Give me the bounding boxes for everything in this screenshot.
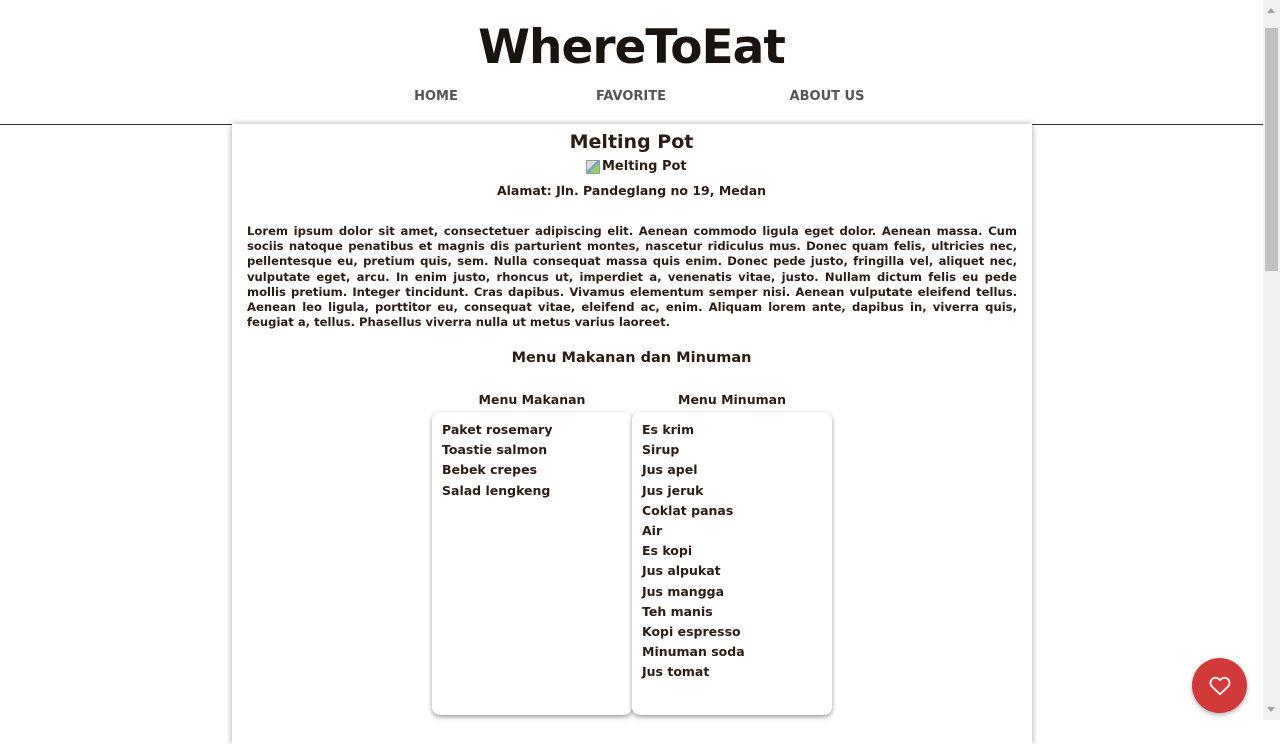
nav-about-us-link[interactable]: ABOUT US <box>757 89 897 104</box>
food-item: Toastie salmon <box>442 442 548 458</box>
heart-icon <box>1209 676 1230 695</box>
restaurant-name: Melting Pot <box>569 131 694 153</box>
nav-favorite-link[interactable]: FAVORITE <box>561 89 701 104</box>
drink-item: Jus jeruk <box>642 482 704 498</box>
restaurant-image: Melting Pot <box>586 158 687 175</box>
drink-item: Minuman soda <box>642 644 745 660</box>
restaurant-image-alt: Melting Pot <box>602 159 687 174</box>
scroll-up-icon[interactable] <box>1267 8 1275 13</box>
site-header: WhereToEat HOME FAVORITE ABOUT US <box>0 0 1263 125</box>
drink-item: Jus apel <box>642 462 698 478</box>
drink-item: Kopi espresso <box>642 623 741 639</box>
drink-item: Jus alpukat <box>642 563 721 579</box>
drink-item: Air <box>642 522 663 538</box>
drink-item: Es krim <box>642 422 695 437</box>
drink-item: Jus tomat <box>642 664 710 680</box>
menu-heading: Menu Makanan dan Minuman <box>511 350 752 366</box>
page-scrollbar[interactable] <box>1263 0 1280 720</box>
nav-home-link[interactable]: HOME <box>366 89 506 104</box>
restaurant-description: Lorem ipsum dolor sit amet, consectetuer… <box>247 224 1017 330</box>
drink-menu-list: Es krim Sirup Jus apel Jus jeruk Coklat … <box>632 412 832 715</box>
food-item: Bebek crepes <box>442 462 538 478</box>
drink-item: Jus mangga <box>642 583 725 599</box>
drink-menu-label: Menu Minuman <box>678 392 786 407</box>
scroll-down-icon[interactable] <box>1267 707 1275 712</box>
broken-image-icon <box>586 159 600 174</box>
site-logo[interactable]: WhereToEat <box>0 20 1263 75</box>
food-item: Paket rosemary <box>442 422 553 437</box>
food-item: Salad lengkeng <box>442 482 551 498</box>
drink-item: Sirup <box>642 442 680 458</box>
favorite-button[interactable] <box>1192 658 1247 713</box>
food-menu-list: Paket rosemary Toastie salmon Bebek crep… <box>432 412 632 715</box>
drink-item: Teh manis <box>642 603 713 619</box>
drink-item: Es kopi <box>642 543 693 559</box>
food-menu-label: Menu Makanan <box>478 392 586 407</box>
scrollbar-thumb[interactable] <box>1265 28 1278 271</box>
drink-item: Coklat panas <box>642 502 734 518</box>
restaurant-address: Alamat: Jln. Pandeglang no 19, Medan <box>496 183 767 198</box>
